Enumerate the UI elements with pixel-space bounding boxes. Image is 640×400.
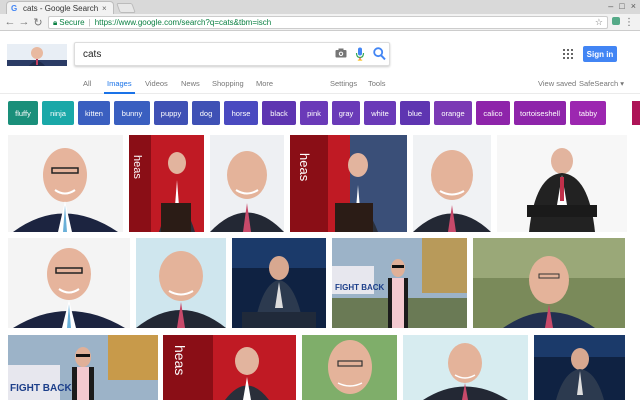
- image-result[interactable]: [8, 135, 123, 232]
- image-result[interactable]: [8, 238, 130, 328]
- chip-bunny[interactable]: bunny: [114, 101, 150, 125]
- image-result[interactable]: FIGHT BACK: [8, 335, 158, 400]
- image-result[interactable]: [210, 135, 284, 232]
- image-result[interactable]: [534, 335, 625, 400]
- image-result[interactable]: heas: [129, 135, 204, 232]
- sign-in-button[interactable]: Sign in: [583, 46, 617, 62]
- secure-label: Secure: [59, 18, 85, 27]
- image-result[interactable]: [413, 135, 491, 232]
- tab-news[interactable]: News: [181, 79, 200, 88]
- image-result[interactable]: heas: [163, 335, 296, 400]
- image-result[interactable]: [403, 335, 528, 400]
- chip-dog[interactable]: dog: [192, 101, 220, 125]
- camera-icon[interactable]: [335, 48, 347, 58]
- banner-text: heas: [297, 153, 312, 182]
- browser-tab[interactable]: G cats - Google Search ×: [6, 1, 114, 14]
- chip-kitten[interactable]: kitten: [78, 101, 110, 125]
- browser-tab-title: cats - Google Search: [23, 3, 99, 13]
- chip-black[interactable]: black: [262, 101, 296, 125]
- new-tab-button[interactable]: [116, 3, 136, 13]
- close-tab-icon[interactable]: ×: [102, 4, 110, 13]
- browser-tab-strip: G cats - Google Search × – □ ×: [0, 0, 640, 14]
- chip-fluffy[interactable]: fluffy: [8, 101, 38, 125]
- chip-blue[interactable]: blue: [400, 101, 430, 125]
- google-favicon-icon: G: [11, 3, 18, 13]
- omnibox[interactable]: 🔒︎ Secure | https://www.google.com/searc…: [48, 16, 608, 29]
- search-type-tabs: All Images Videos News Shopping More Set…: [0, 76, 640, 94]
- tab-images[interactable]: Images: [104, 79, 135, 94]
- menu-dots-icon[interactable]: ⋮: [624, 17, 634, 28]
- image-result[interactable]: [497, 135, 627, 232]
- banner-text: heas: [172, 345, 188, 375]
- settings-link[interactable]: Settings: [330, 79, 357, 88]
- microphone-icon[interactable]: [355, 47, 365, 61]
- maximize-icon[interactable]: □: [619, 1, 624, 11]
- search-box: [74, 42, 390, 66]
- fightback-text: FIGHT BACK: [335, 283, 385, 292]
- image-result[interactable]: heas: [290, 135, 407, 232]
- chip-puppy[interactable]: puppy: [154, 101, 188, 125]
- google-doodle-logo[interactable]: [7, 44, 67, 66]
- apps-grid-icon[interactable]: [563, 49, 573, 59]
- chip-scroll-next[interactable]: [632, 101, 640, 125]
- bookmark-star-icon[interactable]: ☆: [595, 17, 603, 28]
- chip-calico[interactable]: calico: [476, 101, 510, 125]
- fightback-text: FIGHT BACK: [10, 383, 72, 394]
- image-result[interactable]: [302, 335, 397, 400]
- tools-link[interactable]: Tools: [368, 79, 386, 88]
- url-text[interactable]: https://www.google.com/search?q=cats&tbm…: [95, 18, 272, 27]
- forward-arrow-icon[interactable]: →: [18, 16, 30, 28]
- view-saved-link[interactable]: View saved: [538, 79, 576, 88]
- search-icon[interactable]: [373, 47, 386, 61]
- chip-gray[interactable]: gray: [332, 101, 360, 125]
- safesearch-toggle[interactable]: SafeSearch ▾: [579, 79, 624, 88]
- related-search-chips: fluffy ninja kitten bunny puppy dog hors…: [0, 98, 640, 128]
- window-controls: – □ ×: [608, 1, 636, 11]
- image-result[interactable]: [232, 238, 326, 328]
- tab-videos[interactable]: Videos: [145, 79, 168, 88]
- image-result[interactable]: FIGHT BACK: [332, 238, 467, 328]
- search-input[interactable]: [83, 47, 313, 62]
- chip-tortoiseshell[interactable]: tortoiseshell: [514, 101, 566, 125]
- chip-white[interactable]: white: [364, 101, 396, 125]
- banner-text: heas: [131, 155, 143, 179]
- chip-tabby[interactable]: tabby: [570, 101, 606, 125]
- chip-orange[interactable]: orange: [434, 101, 472, 125]
- reload-icon[interactable]: ↻: [32, 16, 44, 29]
- image-result[interactable]: [473, 238, 625, 328]
- back-arrow-icon[interactable]: ←: [4, 16, 16, 28]
- chip-ninja[interactable]: ninja: [42, 101, 74, 125]
- chip-horse[interactable]: horse: [224, 101, 258, 125]
- window-close-icon[interactable]: ×: [631, 1, 636, 11]
- extension-icon[interactable]: [612, 17, 620, 25]
- lock-icon: 🔒︎: [53, 17, 58, 27]
- image-results-grid: heas heas FIGHT BACK FIGHT BACK heas: [0, 130, 640, 400]
- tab-all[interactable]: All: [83, 79, 91, 88]
- tab-shopping[interactable]: Shopping: [212, 79, 244, 88]
- chip-pink[interactable]: pink: [300, 101, 328, 125]
- minimize-icon[interactable]: –: [608, 1, 613, 11]
- tab-more[interactable]: More: [256, 79, 273, 88]
- omnibox-separator: |: [88, 18, 91, 27]
- image-result[interactable]: [136, 238, 226, 328]
- address-bar-row: ← → ↻ 🔒︎ Secure | https://www.google.com…: [0, 14, 640, 31]
